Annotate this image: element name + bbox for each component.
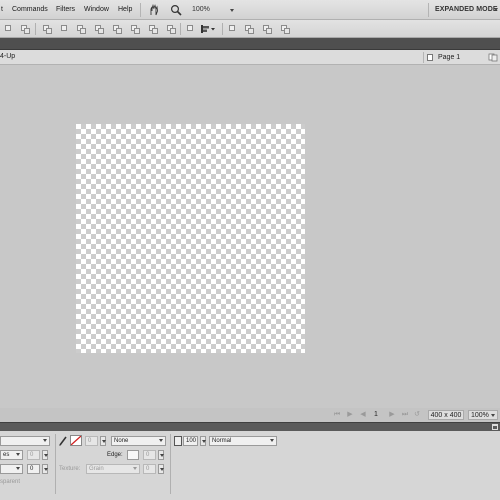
panel-separator [170,434,171,494]
toolbar-separator [180,23,181,35]
blend-mode-value: Normal [212,438,232,444]
first-frame-icon[interactable]: ⏮ [333,411,341,419]
tracking-field[interactable]: 0 [27,450,40,460]
opacity-spinner[interactable] [200,436,206,446]
menubar: t Commands Filters Window Help 100% EXPA… [0,0,500,20]
page-options-icon[interactable] [488,53,498,62]
new-icon[interactable] [4,24,14,34]
loop-icon[interactable]: ↺ [413,411,421,419]
stroke-type-value: None [114,438,129,444]
previous-frame-icon[interactable]: ◀ [359,411,367,419]
union-icon[interactable] [148,24,158,34]
workspace-mode-label[interactable]: EXPANDED MODE [435,6,498,13]
arrange-icon[interactable] [228,24,238,34]
opacity-field[interactable]: 100 [183,436,198,446]
stroke-size-spinner[interactable] [100,436,106,446]
menu-help[interactable]: Help [118,6,132,13]
menu-separator [428,3,429,17]
panel-tab-strip [0,38,500,50]
tracking-spinner[interactable] [42,450,48,460]
stroke-size-field[interactable]: 0 [85,436,98,446]
texture-amount-spinner[interactable] [158,464,164,474]
align-menu-icon[interactable] [200,24,216,34]
leading-field[interactable]: 0 [27,464,40,474]
panel-separator [55,434,56,494]
chevron-down-icon [491,414,495,417]
hand-icon[interactable] [148,3,160,16]
document-size[interactable]: 400 x 400 [428,410,464,420]
toolbar-separator [35,23,36,35]
stroke-type-select[interactable]: None [111,436,166,446]
group-icon[interactable] [76,24,86,34]
edge-select[interactable] [127,450,139,460]
texture-select[interactable]: Grain [86,464,140,474]
play-icon[interactable]: ▶ [346,411,354,419]
edge-label: Edge: [107,452,123,458]
font-family-select[interactable] [0,436,50,446]
texture-label: Texture: [59,466,81,472]
menu-filters[interactable]: Filters [56,6,75,13]
align-icon[interactable] [42,24,52,34]
last-frame-icon[interactable]: ⏭ [401,411,409,419]
font-size-select[interactable] [0,464,23,474]
edge-field[interactable]: 0 [143,450,156,460]
panel-menu-icon[interactable] [492,424,498,430]
join-icon[interactable] [112,24,122,34]
font-style-value: es [3,452,10,458]
chevron-down-icon [230,9,234,12]
ungroup-icon[interactable] [94,24,104,34]
magnifier-icon[interactable] [170,4,182,16]
next-frame-icon[interactable]: ▶ [388,411,396,419]
tab-4up[interactable]: 4-Up [0,53,15,60]
intersect-icon[interactable] [166,24,176,34]
transparent-label: sparent [0,479,21,485]
properties-panel: 0 None 100 Normal es 0 Edge: 0 0 Texture… [0,431,500,500]
toolbar-separator [222,23,223,35]
page-icon [427,54,433,61]
canvas-area[interactable] [0,66,500,406]
front-icon[interactable] [244,24,254,34]
status-zoom-value: 100% [471,412,489,419]
edge-spinner[interactable] [158,450,164,460]
zoom-value: 100% [192,6,210,13]
back-icon[interactable] [262,24,272,34]
layer-icon[interactable] [280,24,290,34]
document-bar: 4-Up Page 1 [0,50,500,65]
status-bar: ⏮ ▶ ◀ 1 ▶ ⏭ ↺ 400 x 400 100% [0,408,500,422]
distribute-icon[interactable] [60,24,70,34]
page-select[interactable]: Page 1 [423,52,483,63]
menu-separator [140,3,141,17]
font-style-select[interactable]: es [0,450,23,460]
status-zoom-select[interactable]: 100% [468,410,498,420]
leading-spinner[interactable] [42,464,48,474]
menu-window[interactable]: Window [84,6,109,13]
rotate-icon[interactable] [186,24,196,34]
transparent-artboard[interactable] [76,124,305,353]
split-icon[interactable] [130,24,140,34]
page-label: Page 1 [438,54,461,61]
menu-edit[interactable]: t [1,6,3,13]
save-icon[interactable] [20,24,30,34]
opacity-icon [174,436,182,446]
properties-panel-header[interactable] [0,422,500,431]
workspace-mode-chevron-icon[interactable] [494,8,498,11]
texture-value: Grain [89,466,104,472]
stroke-color-swatch[interactable] [70,435,82,446]
pencil-icon[interactable] [58,435,68,447]
menu-commands[interactable]: Commands [12,6,48,13]
texture-amount-field[interactable]: 0 [143,464,156,474]
blend-mode-select[interactable]: Normal [209,436,277,446]
frame-number: 1 [374,411,378,418]
zoom-select[interactable]: 100% [186,3,240,17]
main-toolbar [0,20,500,38]
